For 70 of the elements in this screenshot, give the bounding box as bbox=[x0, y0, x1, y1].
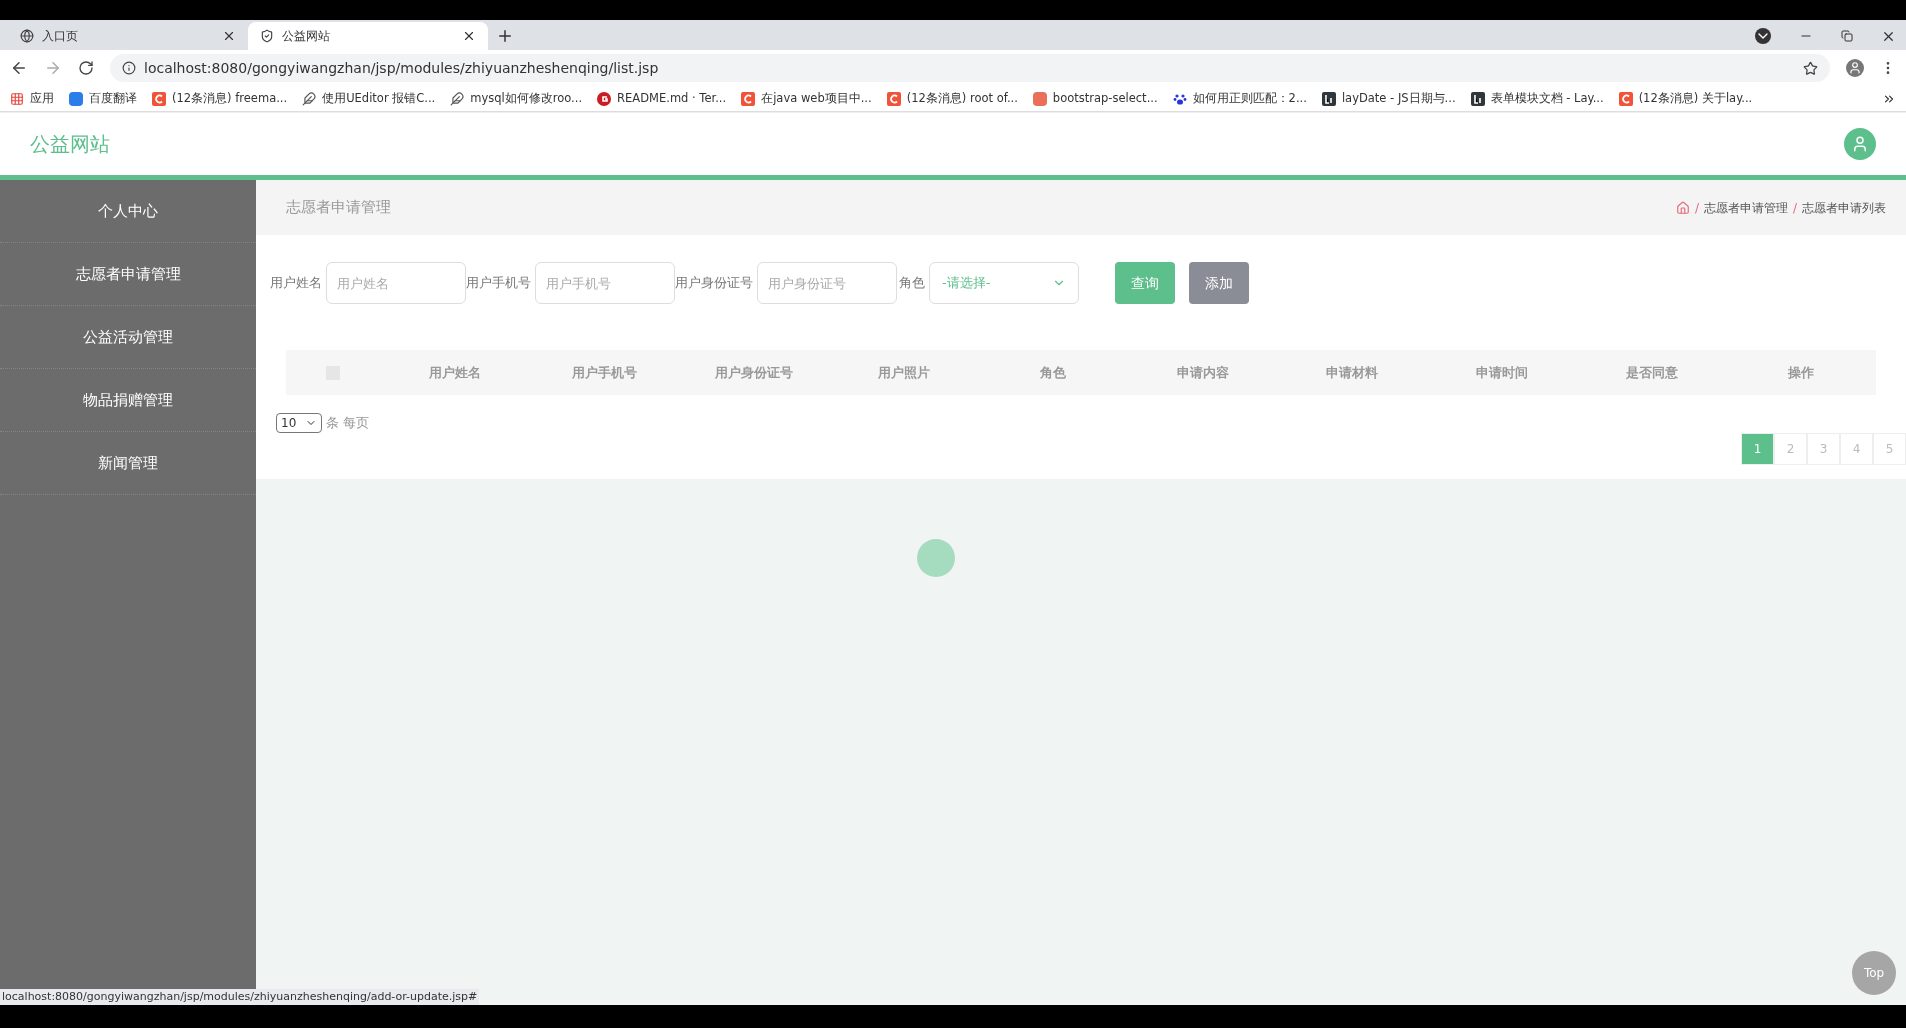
site-title: 公益网站 bbox=[30, 131, 110, 158]
back-icon[interactable] bbox=[10, 59, 28, 77]
globe-icon bbox=[20, 29, 34, 43]
bookmark-star-icon[interactable] bbox=[1803, 60, 1818, 76]
bookmark[interactable]: 如何用正则匹配：2... bbox=[1172, 89, 1307, 108]
url-text: localhost:8080/gongyiwangzhan/jsp/modules/zhiyuanzheshenqing/list.jsp bbox=[144, 58, 660, 78]
column-header: 申请内容 bbox=[1175, 363, 1230, 382]
breadcrumb-separator: / bbox=[1694, 199, 1699, 217]
page-size-label: 条 每页 bbox=[326, 414, 370, 433]
page-title: 志愿者申请管理 bbox=[286, 197, 391, 219]
close-icon[interactable] bbox=[222, 29, 236, 43]
column-header: 是否同意 bbox=[1624, 363, 1679, 382]
tab-title: 入口页 bbox=[42, 28, 79, 45]
filter-label: 用户身份证号 bbox=[675, 274, 753, 293]
close-icon[interactable] bbox=[462, 29, 476, 43]
restore-icon[interactable] bbox=[1841, 30, 1853, 42]
filter-label: 用户手机号 bbox=[466, 274, 531, 293]
feather-icon bbox=[302, 91, 317, 106]
bookmark[interactable]: 应用 bbox=[10, 89, 54, 108]
column-header: 用户姓名 bbox=[427, 363, 482, 382]
new-tab-icon[interactable] bbox=[496, 27, 514, 45]
bookmark[interactable]: README.md · Ter... bbox=[597, 89, 727, 108]
breadcrumb-item[interactable]: 志愿者申请列表 bbox=[1802, 198, 1886, 217]
bookmark[interactable]: layDate - JS日期与... bbox=[1321, 89, 1456, 108]
bookmark[interactable]: (12条消息) 关于lay... bbox=[1618, 89, 1753, 108]
bookmark-icon bbox=[1032, 91, 1047, 106]
apps-grid-icon bbox=[10, 91, 24, 106]
breadcrumb-item[interactable]: 志愿者申请管理 bbox=[1703, 198, 1788, 217]
column-header: 用户照片 bbox=[876, 363, 931, 382]
feather-icon bbox=[450, 91, 465, 106]
browser-tab[interactable]: 公益网站 bbox=[248, 22, 488, 50]
bookmark[interactable]: 使用UEditor 报错C... bbox=[302, 89, 436, 108]
bookmark[interactable]: mysql如何修改roo... bbox=[450, 89, 583, 108]
column-header: 操作 bbox=[1787, 363, 1816, 382]
address-bar[interactable]: localhost:8080/gongyiwangzhan/jsp/modules/zhiyuanzheshenqing/list.jsp bbox=[110, 54, 1830, 82]
filter-field[interactable]: 用户手机号 bbox=[535, 262, 675, 304]
layui-logo-icon bbox=[1321, 91, 1336, 106]
filter-field[interactable]: 用户姓名 bbox=[326, 262, 466, 304]
filter-field[interactable]: 用户身份证号 bbox=[757, 262, 897, 304]
bookmark[interactable]: 在java web项目中... bbox=[741, 89, 872, 108]
reload-icon[interactable] bbox=[78, 60, 94, 76]
c-logo-icon bbox=[886, 91, 901, 106]
loading-spinner-icon bbox=[917, 539, 955, 577]
c-logo-icon bbox=[1618, 91, 1633, 106]
g-logo-icon bbox=[597, 91, 612, 106]
info-icon bbox=[122, 61, 136, 75]
profile-icon[interactable] bbox=[1846, 59, 1864, 77]
column-header: 申请材料 bbox=[1325, 363, 1380, 382]
translate-icon bbox=[69, 91, 83, 106]
filter-label: 用户姓名 bbox=[270, 274, 322, 293]
tab-search-icon[interactable] bbox=[1755, 28, 1771, 44]
tab-title: 公益网站 bbox=[282, 28, 331, 45]
bookmark[interactable]: 百度翻译 bbox=[69, 89, 137, 108]
breadcrumb-separator: / bbox=[1792, 199, 1797, 217]
column-header: 角色 bbox=[1039, 363, 1068, 382]
user-icon bbox=[1851, 135, 1869, 153]
filter-label: 角色 bbox=[899, 274, 925, 293]
home-icon[interactable] bbox=[1675, 200, 1690, 215]
column-header: 申请时间 bbox=[1474, 363, 1529, 382]
c-logo-icon bbox=[152, 91, 166, 106]
bookmark[interactable]: (12条消息) root of... bbox=[886, 89, 1018, 108]
column-header: 用户身份证号 bbox=[714, 363, 794, 382]
c-logo-icon bbox=[741, 91, 756, 106]
layui-logo-icon bbox=[1470, 91, 1485, 106]
shield-icon bbox=[260, 29, 274, 43]
page-size-select[interactable]: 10 bbox=[276, 413, 322, 433]
bookmark[interactable]: bootstrap-select... bbox=[1032, 89, 1158, 108]
bookmark[interactable]: 表单模块文档 - Lay... bbox=[1470, 89, 1604, 108]
bookmark[interactable]: (12条消息) freema... bbox=[152, 89, 288, 108]
column-header: 用户手机号 bbox=[570, 363, 638, 382]
